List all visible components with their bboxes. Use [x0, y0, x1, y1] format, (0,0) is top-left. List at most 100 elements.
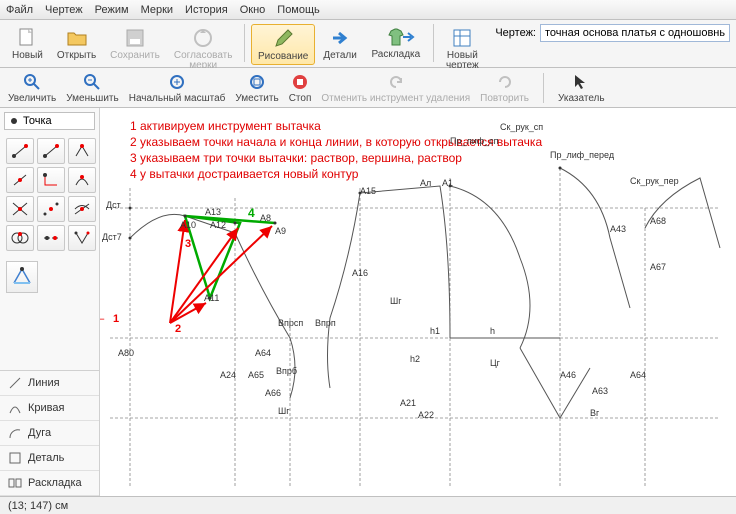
lbl-skrukper: Ск_рук_пер — [630, 176, 679, 186]
fit-button[interactable]: Уместить — [235, 72, 278, 104]
menu-drawing[interactable]: Чертеж — [45, 4, 83, 16]
tool-12[interactable] — [68, 225, 96, 251]
tool-9[interactable] — [68, 196, 96, 222]
save-button[interactable]: Сохранить — [104, 24, 166, 63]
lbl-a68: А68 — [650, 216, 666, 226]
fit-icon — [247, 72, 267, 92]
lbl-shg2: Шг — [390, 296, 402, 306]
stop-label: Стоп — [289, 93, 312, 104]
sync-button[interactable]: Согласовать мерки — [168, 24, 239, 73]
menu-help[interactable]: Помощь — [277, 4, 320, 16]
lbl-a13: А13 — [205, 207, 221, 217]
lbl-a16: А16 — [352, 268, 368, 278]
tool-3[interactable] — [68, 138, 96, 164]
details-label: Детали — [323, 51, 356, 61]
statusbar: (13; 147) см — [0, 496, 736, 514]
tool-1[interactable] — [6, 138, 34, 164]
zoomout-button[interactable]: Уменьшить — [66, 72, 118, 104]
sync-icon — [191, 26, 215, 50]
redo-label: Повторить — [480, 93, 529, 104]
menu-measures[interactable]: Мерки — [141, 4, 173, 16]
document-icon — [15, 26, 39, 50]
canvas[interactable]: 1 активируем инструмент вытачка 2 указыв… — [100, 108, 736, 496]
lbl-vprsn: Впрсп — [278, 318, 303, 328]
zoomfit-icon — [167, 72, 187, 92]
new-button[interactable]: Новый — [6, 24, 49, 63]
layout-label: Раскладка — [371, 50, 420, 60]
lbl-vprb: Впрб — [276, 366, 297, 376]
cat-arc[interactable]: Дуга — [0, 421, 99, 446]
dot-icon — [11, 118, 17, 124]
zoomin-button[interactable]: Увеличить — [8, 72, 56, 104]
menu-window[interactable]: Окно — [240, 4, 266, 16]
cat-layout-label: Раскладка — [28, 477, 82, 489]
blueprint-icon — [450, 26, 474, 50]
layout-button[interactable]: Раскладка — [365, 24, 427, 62]
stop-icon — [290, 72, 310, 92]
folder-icon — [65, 26, 89, 50]
separator — [543, 73, 544, 103]
menu-mode[interactable]: Режим — [95, 4, 129, 16]
open-button[interactable]: Открыть — [51, 24, 102, 63]
cat-curve[interactable]: Кривая — [0, 396, 99, 421]
lbl-a9: А9 — [275, 226, 286, 236]
cat-layout[interactable]: Раскладка — [0, 471, 99, 496]
lbl-a65: А65 — [248, 370, 264, 380]
menu-history[interactable]: История — [185, 4, 228, 16]
redo-icon — [495, 72, 515, 92]
drawing-selector: Чертеж: — [495, 24, 730, 42]
separator — [244, 24, 245, 62]
pointer-label: Указатель — [558, 93, 605, 104]
tool-4[interactable] — [6, 167, 34, 193]
lbl-bg: Вг — [590, 408, 599, 418]
pointer-icon — [571, 72, 591, 92]
zoomin-label: Увеличить — [8, 93, 56, 104]
dart-tool[interactable] — [6, 261, 38, 293]
draw-button[interactable]: Рисование — [251, 24, 315, 65]
tool-10[interactable] — [6, 225, 34, 251]
pencil-icon — [271, 27, 295, 51]
save-icon — [123, 26, 147, 50]
fit-label: Уместить — [235, 93, 278, 104]
details-button[interactable]: Детали — [317, 24, 362, 63]
cat-detail-label: Деталь — [28, 452, 64, 464]
lbl-h2: h2 — [410, 354, 420, 364]
lbl-h: h — [490, 326, 495, 336]
instruction-3: 3 указываем три точки вытачки: раствор, … — [130, 150, 462, 166]
tool-8[interactable] — [37, 196, 65, 222]
tool-6[interactable] — [68, 167, 96, 193]
zoomin-icon — [22, 72, 42, 92]
pointer-button[interactable]: Указатель — [558, 72, 605, 104]
lbl-shg: Шг — [278, 406, 290, 416]
lbl-vprn: Впрп — [315, 318, 336, 328]
cat-line-label: Линия — [28, 377, 60, 389]
lbl-a24: А24 — [220, 370, 236, 380]
tool-2[interactable] — [37, 138, 65, 164]
tool-5[interactable] — [37, 167, 65, 193]
drawing-input[interactable] — [540, 24, 730, 42]
lbl-a11: А11 — [204, 293, 219, 303]
cat-detail[interactable]: Деталь — [0, 446, 99, 471]
redo-button[interactable]: Повторить — [480, 72, 529, 104]
menu-file[interactable]: Файл — [6, 4, 33, 16]
newdraw-button[interactable]: Новый чертеж — [439, 24, 485, 73]
tool-11[interactable] — [37, 225, 65, 251]
stop-button[interactable]: Стоп — [289, 72, 312, 104]
cat-curve-label: Кривая — [28, 402, 64, 414]
lbl-a63: А63 — [592, 386, 608, 396]
cat-line[interactable]: Линия — [0, 371, 99, 396]
tool-7[interactable] — [6, 196, 34, 222]
zoomfit-label: Начальный масштаб — [129, 93, 226, 104]
lbl-a12: А12 — [210, 220, 226, 230]
zoomfit-button[interactable]: Начальный масштаб — [129, 72, 226, 104]
lbl-a8: А8 — [260, 213, 271, 223]
lbl-a22: А22 — [418, 410, 434, 420]
separator — [433, 24, 434, 62]
undo-icon — [386, 72, 406, 92]
marker-3: 3 — [185, 238, 191, 250]
lbl-a10: А10 — [180, 220, 196, 230]
undo-button[interactable]: Отменить инструмент удаления — [321, 72, 470, 104]
menubar: Файл Чертеж Режим Мерки История Окно Пом… — [0, 0, 736, 20]
point-tab[interactable]: Точка — [4, 112, 95, 130]
marker-2: 2 — [175, 323, 181, 335]
